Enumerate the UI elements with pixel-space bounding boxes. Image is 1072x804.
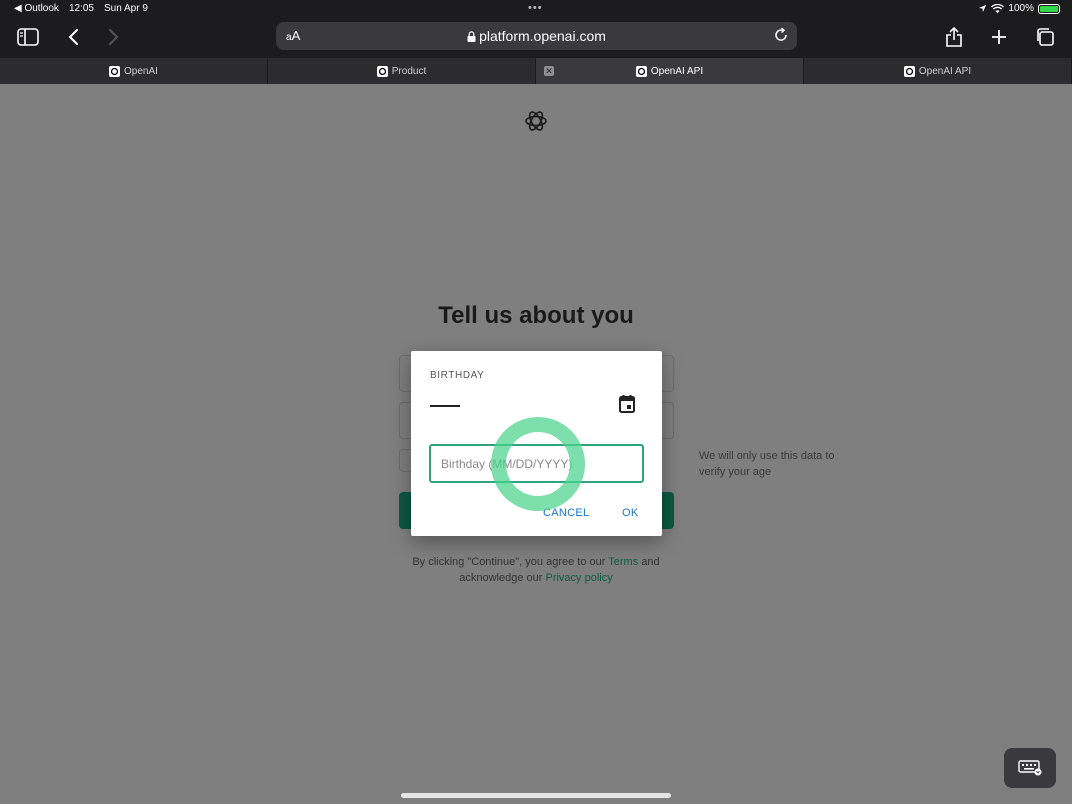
calendar-icon[interactable] (618, 394, 636, 414)
tab-bar: OpenAI Product ✕ OpenAI API OpenAI API (0, 58, 1072, 84)
keyboard-icon (1018, 760, 1042, 776)
keyboard-toggle-button[interactable] (1004, 748, 1056, 788)
openai-favicon-icon (376, 65, 388, 77)
url-text: platform.openai.com (479, 28, 606, 44)
back-to-app-link[interactable]: ◀ Outlook (14, 3, 59, 14)
tab-openai-api-active[interactable]: ✕ OpenAI API (536, 58, 804, 84)
tab-label: OpenAI API (918, 65, 972, 77)
battery-icon (1038, 3, 1060, 14)
openai-favicon-icon (903, 65, 915, 77)
address-bar[interactable]: aA platform.openai.com (276, 22, 797, 50)
reload-icon[interactable] (773, 27, 789, 43)
date-display-placeholder (430, 405, 460, 407)
status-time: 12:05 (68, 3, 94, 14)
wifi-icon (991, 3, 1005, 13)
tab-product[interactable]: Product (268, 58, 536, 84)
sidebar-toggle-icon[interactable] (15, 25, 41, 49)
status-bar: ◀ Outlook 12:05 Sun Apr 9 ••• 100% (0, 0, 1072, 18)
page-title: Tell us about you (438, 302, 634, 329)
privacy-policy-link[interactable]: Privacy policy (545, 572, 612, 584)
ok-button[interactable]: OK (622, 507, 639, 519)
close-tab-icon[interactable]: ✕ (544, 66, 554, 76)
tab-label: Product (391, 65, 427, 77)
back-button-icon[interactable] (60, 25, 86, 49)
openai-favicon-icon (635, 65, 647, 77)
tab-overview-icon[interactable] (1032, 25, 1058, 49)
share-icon[interactable] (941, 25, 967, 49)
openai-logo-icon (525, 111, 547, 131)
location-icon (979, 4, 987, 13)
multitasking-dots-icon[interactable]: ••• (528, 2, 543, 14)
age-hint-text: We will only use this data to verify you… (699, 450, 835, 478)
home-indicator[interactable] (401, 793, 671, 798)
tab-label: OpenAI API (650, 65, 704, 77)
touch-indicator (491, 417, 585, 511)
dialog-title: BIRTHDAY (430, 370, 485, 381)
new-tab-icon[interactable] (986, 25, 1012, 49)
tab-label: OpenAI (124, 65, 158, 77)
terms-link[interactable]: Terms (608, 556, 638, 568)
openai-favicon-icon (109, 65, 121, 77)
tab-openai-api[interactable]: OpenAI API (804, 58, 1072, 84)
browser-toolbar: aA platform.openai.com (0, 18, 1072, 58)
battery-percent: 100% (1008, 3, 1034, 14)
forward-button-icon[interactable] (101, 25, 127, 49)
lock-icon (467, 31, 476, 42)
tab-openai[interactable]: OpenAI (0, 58, 268, 84)
status-date: Sun Apr 9 (103, 3, 148, 14)
legal-notice: By clicking "Continue", you agree to our… (412, 556, 660, 584)
